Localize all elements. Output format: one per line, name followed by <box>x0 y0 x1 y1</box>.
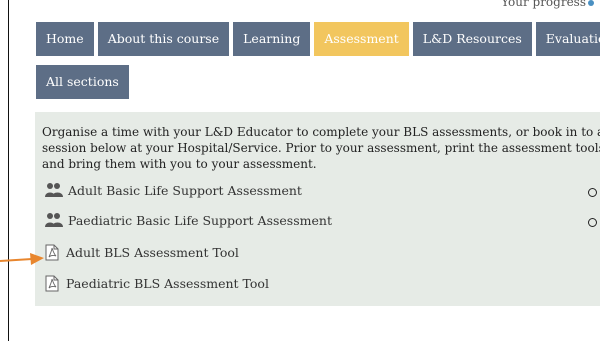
tab-home[interactable]: Home <box>36 22 94 56</box>
assessment-panel: Organise a time with your L&D Educator t… <box>35 112 600 306</box>
annotation-arrow-icon <box>0 253 44 265</box>
completion-circle-icon[interactable] <box>588 218 597 227</box>
completion-circle-icon[interactable] <box>588 188 597 197</box>
activity-paediatric-bls-assessment[interactable]: Paediatric Basic Life Support Assessment <box>44 212 332 228</box>
activity-label: Paediatric Basic Life Support Assessment <box>68 212 332 228</box>
group-icon <box>45 183 63 197</box>
resource-paediatric-bls-tool[interactable]: Paediatric BLS Assessment Tool <box>44 275 269 292</box>
group-icon <box>45 213 63 227</box>
course-frame: Your progress Home About this course Lea… <box>8 0 600 341</box>
section-tabs: Home About this course Learning Assessme… <box>36 22 600 56</box>
pdf-icon <box>45 244 59 261</box>
activity-adult-bls-assessment[interactable]: Adult Basic Life Support Assessment <box>44 182 302 198</box>
progress-label: Your progress <box>501 0 586 9</box>
tab-evaluation[interactable]: Evaluation <box>535 22 600 56</box>
progress-dot-icon <box>588 0 594 6</box>
tab-assessment[interactable]: Assessment <box>314 22 409 56</box>
resource-adult-bls-tool[interactable]: Adult BLS Assessment Tool <box>44 244 239 261</box>
all-sections-button[interactable]: All sections <box>36 65 129 99</box>
resource-label: Paediatric BLS Assessment Tool <box>66 276 269 291</box>
tab-learning[interactable]: Learning <box>233 22 311 56</box>
tab-ld-resources[interactable]: L&D Resources <box>412 22 532 56</box>
tab-about-this-course[interactable]: About this course <box>97 22 230 56</box>
progress-indicator: Your progress <box>501 0 594 9</box>
resource-label: Adult BLS Assessment Tool <box>66 245 239 260</box>
intro-text: Organise a time with your L&D Educator t… <box>42 125 600 171</box>
pdf-icon <box>45 275 59 292</box>
activity-label: Adult Basic Life Support Assessment <box>68 182 302 198</box>
